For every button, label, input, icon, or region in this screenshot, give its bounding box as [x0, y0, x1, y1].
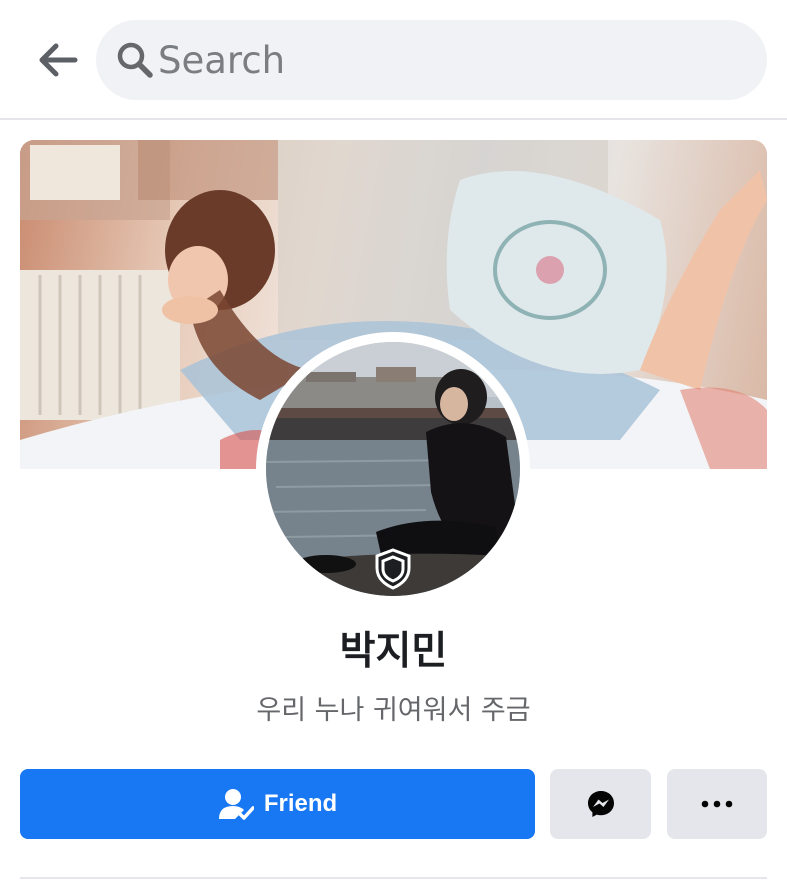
three-dots-icon	[701, 800, 733, 808]
shield-icon	[375, 548, 411, 590]
magnifier-icon	[117, 42, 153, 78]
arrow-left-icon	[39, 43, 78, 77]
person-check-icon	[218, 789, 254, 820]
section-divider	[20, 877, 767, 879]
search-input[interactable]	[158, 30, 748, 90]
profile-name: 박지민	[339, 629, 448, 674]
friend-button[interactable]: Friend	[20, 769, 535, 839]
more-options-button[interactable]	[667, 769, 767, 839]
profile-screen: 박지민 우리 누나 귀여워서 주금 Friend	[0, 0, 787, 895]
message-button[interactable]	[550, 769, 651, 839]
profile-bio: 우리 누나 귀여워서 주금	[256, 695, 531, 726]
back-button[interactable]	[30, 36, 86, 84]
top-bar	[0, 0, 787, 120]
messenger-icon	[587, 791, 614, 817]
friend-button-label: Friend	[263, 790, 338, 817]
search-bar[interactable]	[96, 20, 767, 100]
